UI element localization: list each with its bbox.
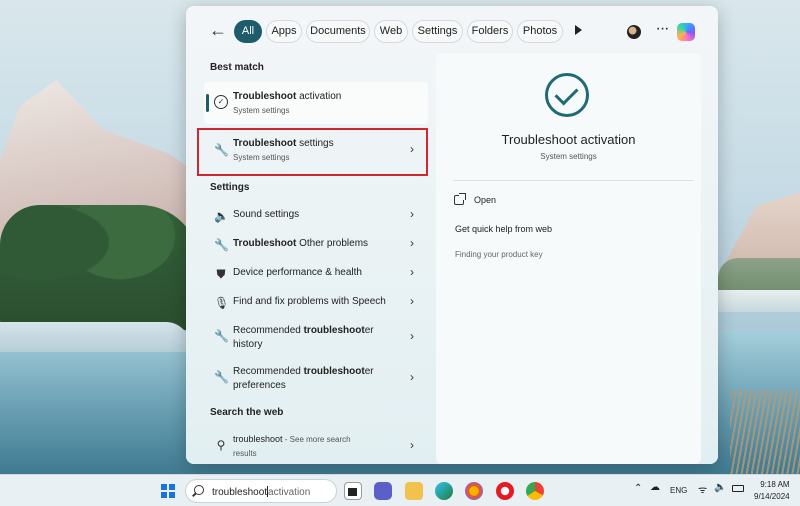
wrench-icon: 🔧 [214, 238, 229, 252]
filter-chip-documents[interactable]: Documents [306, 20, 370, 43]
wrench-icon: 🔧 [214, 370, 229, 384]
file-explorer-icon[interactable] [405, 482, 423, 500]
settings-item-label: Sound settings [233, 209, 300, 220]
web-search-result[interactable]: ⚲ troubleshoot - See more search results… [204, 434, 428, 462]
web-help-link[interactable]: Finding your product key [455, 250, 543, 259]
settings-item-label: Troubleshoot Other problems [233, 238, 369, 249]
best-match-heading: Best match [210, 62, 264, 73]
chevron-right-icon: › [410, 294, 414, 308]
taskbar-search-input[interactable]: troubleshootactivation [185, 479, 337, 503]
speaker-icon: 🔈 [214, 209, 229, 223]
volume-icon[interactable]: 🔈 [714, 482, 726, 493]
edge-icon[interactable] [435, 482, 453, 500]
divider [453, 180, 693, 181]
settings-item-recommended-history[interactable]: 🔧 Recommended troubleshooter history › [204, 325, 428, 353]
filter-chip-settings[interactable]: Settings [412, 20, 463, 43]
language-indicator[interactable]: ENG [670, 486, 687, 495]
filter-chip-apps[interactable]: Apps [266, 20, 302, 43]
search-query: troubleshootactivation [212, 486, 311, 498]
check-circle-icon [545, 73, 589, 117]
quick-help-heading: Get quick help from web [455, 224, 553, 234]
preview-pane: Troubleshoot activation System settings … [436, 53, 701, 464]
settings-item-label-line2: history [233, 339, 263, 350]
chrome-icon[interactable] [526, 482, 544, 500]
more-options-button[interactable]: ··· [654, 21, 670, 41]
teams-icon[interactable] [374, 482, 392, 500]
filter-chip-web[interactable]: Web [374, 20, 408, 43]
start-search-panel: ← All Apps Documents Web Settings Folder… [186, 6, 718, 464]
search-icon: ⚲ [216, 438, 226, 452]
best-match-title: Troubleshoot activation [233, 91, 342, 102]
troubleshoot-settings-result[interactable]: 🔧 Troubleshoot settings System settings … [197, 128, 428, 176]
settings-item-label-line2: preferences [233, 380, 286, 391]
back-button[interactable]: ← [208, 21, 228, 41]
cloud-icon[interactable]: ☁ [650, 482, 660, 493]
result-subtitle: System settings [233, 153, 290, 162]
wifi-icon[interactable]: ᯤ [698, 482, 707, 496]
task-view-icon[interactable] [344, 482, 362, 500]
chevron-right-icon: › [410, 207, 414, 221]
settings-heading: Settings [210, 182, 250, 193]
opera-icon[interactable] [496, 482, 514, 500]
settings-item-device-performance[interactable]: ⛊ Device performance & health › [204, 265, 428, 287]
windows-start-icon[interactable] [161, 484, 175, 498]
wrench-icon: 🔧 [214, 143, 229, 157]
preview-title: Troubleshoot activation [501, 132, 636, 147]
clock-time: 9:18 AM [760, 480, 790, 489]
open-external-icon [454, 193, 466, 205]
web-result-label: troubleshoot - See more search [233, 434, 351, 444]
search-web-heading: Search the web [210, 407, 284, 418]
web-result-label-line2: results [233, 449, 257, 458]
settings-item-label: Find and fix problems with Speech [233, 296, 386, 307]
shield-icon: ⛊ [216, 267, 226, 281]
firefox-icon[interactable] [465, 482, 483, 500]
filter-chip-photos[interactable]: Photos [517, 20, 563, 43]
settings-item-recommended-preferences[interactable]: 🔧 Recommended troubleshooter preferences… [204, 366, 428, 394]
search-icon [194, 485, 204, 495]
best-match-result[interactable]: ✓ Troubleshoot activation System setting… [204, 82, 428, 124]
settings-item-label: Device performance & health [233, 267, 362, 278]
chevron-right-icon: › [410, 265, 414, 279]
chevron-up-icon[interactable]: ⌃ [634, 483, 642, 494]
check-circle-icon: ✓ [214, 95, 228, 109]
wrench-icon: 🔧 [214, 329, 229, 343]
chevron-right-icon: › [410, 438, 414, 452]
open-action[interactable]: Open [474, 195, 496, 205]
selection-accent [206, 94, 209, 112]
chevron-right-icon: › [410, 370, 414, 384]
preview-subtitle: System settings [540, 152, 597, 161]
filter-bar: ← All Apps Documents Web Settings Folder… [186, 6, 718, 52]
result-title: Troubleshoot settings [233, 138, 334, 149]
settings-item-label: Recommended troubleshooter [233, 366, 374, 377]
filter-chip-folders[interactable]: Folders [467, 20, 513, 43]
settings-item-other-problems[interactable]: 🔧 Troubleshoot Other problems › [204, 236, 428, 258]
settings-item-speech[interactable]: 🎙 Find and fix problems with Speech › [204, 294, 428, 316]
microphone-icon: 🎙 [214, 296, 230, 310]
settings-item-sound[interactable]: 🔈 Sound settings › [204, 207, 428, 229]
copilot-icon[interactable] [677, 23, 695, 41]
clock-date: 9/14/2024 [754, 492, 790, 501]
more-filters-play-icon[interactable] [575, 25, 582, 35]
best-match-subtitle: System settings [233, 106, 290, 115]
avatar[interactable] [627, 25, 641, 39]
chevron-right-icon: › [410, 236, 414, 250]
taskbar: troubleshootactivation ⌃ ☁ ENG ᯤ 🔈 9:18 … [0, 474, 800, 506]
clock[interactable]: 9:18 AM 9/14/2024 [754, 479, 790, 503]
filter-chip-all[interactable]: All [234, 20, 262, 43]
chevron-right-icon: › [410, 329, 414, 343]
battery-icon[interactable] [732, 485, 744, 492]
settings-item-label: Recommended troubleshooter [233, 325, 374, 336]
chevron-right-icon: › [410, 142, 414, 156]
